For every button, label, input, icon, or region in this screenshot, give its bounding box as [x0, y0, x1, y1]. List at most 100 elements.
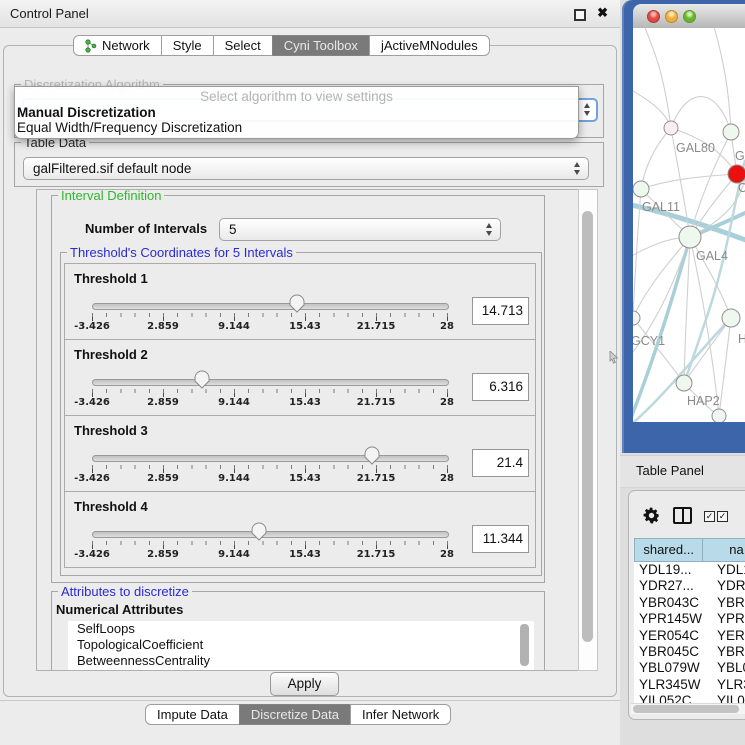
table-panel-header: Table Panel	[620, 455, 745, 488]
threshold-1-slider-thumb[interactable]	[288, 294, 306, 314]
settings-viewport: Interval Definition Number of Intervals …	[36, 189, 597, 671]
columns-icon[interactable]	[673, 507, 692, 524]
table-data-value: galFiltered.sif default node	[33, 158, 191, 179]
threshold-coordinates-group: Threshold's Coordinates for 5 Intervals …	[60, 252, 542, 576]
threshold-1-label: Threshold 1	[74, 271, 148, 286]
tab-discretize-data[interactable]: Discretize Data	[239, 704, 351, 725]
cell: YDL1	[711, 562, 745, 578]
tab-infer-network[interactable]: Infer Network	[350, 704, 451, 725]
tab-network-label: Network	[102, 36, 150, 55]
option-manual-discretization[interactable]: Manual Discretization	[15, 105, 578, 120]
threshold-3-value-field[interactable]: 21.4	[472, 449, 529, 477]
table-row[interactable]: YPR145WYPR1	[634, 611, 745, 627]
cell: YER0	[711, 628, 745, 644]
threshold-2-slider-thumb[interactable]	[193, 370, 211, 390]
settings-scrollbar[interactable]	[578, 189, 598, 671]
node-top-right	[723, 124, 739, 140]
threshold-4-slider-track[interactable]	[92, 531, 449, 538]
threshold-3-label: Threshold 3	[74, 423, 148, 438]
cell: YBR043C	[634, 595, 711, 611]
float-icon[interactable]	[574, 9, 586, 21]
interval-definition-group: Interval Definition Number of Intervals …	[51, 195, 545, 583]
close-icon[interactable]: ✖	[597, 5, 608, 21]
threshold-3-slider-track[interactable]	[92, 455, 449, 462]
tab-impute-data[interactable]: Impute Data	[145, 704, 240, 725]
table-data-group: Table Data galFiltered.sif default node	[14, 142, 604, 187]
number-of-intervals-combobox[interactable]: 5	[219, 218, 501, 241]
tab-network[interactable]: Network	[73, 35, 162, 56]
close-traffic-light[interactable]	[647, 10, 660, 23]
table-row[interactable]: YER054CYER0	[634, 628, 745, 644]
list-item-selfloops[interactable]: SelfLoops	[68, 621, 534, 637]
table-row[interactable]: YBL079WYBL0	[634, 660, 745, 676]
table-row[interactable]: YBR043CYBR0	[634, 595, 745, 611]
combo-arrows-icon	[486, 223, 493, 236]
tick-label: 21.715	[357, 549, 396, 560]
node-label-ga: GA	[735, 149, 745, 163]
minimize-traffic-light[interactable]	[665, 10, 678, 23]
tick-label: 15.43	[289, 549, 321, 560]
column-header-name[interactable]: na	[702, 538, 745, 562]
numerical-attributes-title: Numerical Attributes	[56, 602, 183, 617]
cell: YDR2	[711, 578, 745, 594]
node-label-gal11: GAL11	[642, 200, 680, 214]
tick-label: -3.426	[74, 321, 110, 332]
control-panel: Control Panel ✖ Network Style Select Cyn…	[0, 0, 620, 745]
tick-label: 28	[440, 549, 454, 560]
column-header-shared-name[interactable]: shared...	[634, 538, 703, 562]
table-row[interactable]: YDL19...YDL1	[634, 562, 745, 578]
tick-label: 28	[440, 397, 454, 408]
tab-discretize-label: Discretize Data	[251, 705, 339, 724]
checkbox-icon[interactable]: ✓	[717, 511, 728, 522]
tab-infer-label: Infer Network	[362, 705, 439, 724]
threshold-1-value-field[interactable]: 14.713	[472, 297, 529, 325]
threshold-2-value-field[interactable]: 6.316	[472, 373, 529, 401]
network-window-titlebar	[633, 4, 745, 29]
apply-button[interactable]: Apply	[270, 672, 339, 696]
cell: YLR3	[711, 677, 745, 693]
checkbox-icon[interactable]: ✓	[704, 511, 715, 522]
table-scrollbar-thumb[interactable]	[633, 705, 739, 713]
tab-select-label: Select	[225, 36, 261, 55]
threshold-4-slider-thumb[interactable]	[250, 522, 268, 542]
algorithm-placeholder: Select algorithm to view settings	[15, 87, 578, 105]
combo-arrows-icon	[584, 103, 591, 116]
table-row[interactable]: YDR27...YDR2	[634, 578, 745, 594]
zoom-traffic-light[interactable]	[683, 10, 696, 23]
interval-definition-legend: Interval Definition	[58, 189, 164, 203]
table-row[interactable]: YLR345WYLR3	[634, 677, 745, 693]
table-data-combobox[interactable]: galFiltered.sif default node	[23, 157, 589, 180]
threshold-coordinates-legend: Threshold's Coordinates for 5 Intervals	[67, 245, 296, 260]
tab-jactivemnodules[interactable]: jActiveMNodules	[369, 35, 490, 56]
settings-scrollbar-thumb[interactable]	[582, 211, 593, 642]
threshold-3-slider-thumb[interactable]	[363, 446, 381, 466]
tab-style[interactable]: Style	[161, 35, 214, 56]
tick-label: 9.144	[218, 321, 250, 332]
network-view-window: GAL80 GA C GAL11 GAL4 GCY1 H HAP2	[622, 0, 745, 453]
node-table: shared... na YDL19...YDL1 YDR27...YDR2 Y…	[634, 538, 745, 703]
network-canvas[interactable]: GAL80 GA C GAL11 GAL4 GCY1 H HAP2	[633, 28, 745, 422]
table-row[interactable]: YBR045CYBR0	[634, 644, 745, 660]
cell: YER054C	[634, 628, 711, 644]
table-row[interactable]: YIL052CYIL0	[634, 693, 745, 703]
threshold-1-slider-track[interactable]	[92, 303, 449, 310]
number-of-intervals-value: 5	[229, 219, 237, 240]
list-scrollbar-thumb[interactable]	[520, 624, 529, 666]
cell: YBL0	[711, 660, 745, 676]
table-horizontal-scrollbar[interactable]	[631, 703, 745, 714]
gear-icon[interactable]	[642, 506, 661, 530]
node-bottom	[712, 409, 726, 422]
tab-cyni-label: Cyni Toolbox	[284, 36, 358, 55]
tab-jactive-label: jActiveMNodules	[381, 36, 478, 55]
network-graph: GAL80 GA C GAL11 GAL4 GCY1 H HAP2	[633, 28, 745, 422]
threshold-4-value-field[interactable]: 11.344	[472, 525, 529, 553]
node-label-hap2: HAP2	[687, 394, 720, 408]
tab-select[interactable]: Select	[213, 35, 273, 56]
algorithm-dropdown-popup: Select algorithm to view settings Manual…	[14, 86, 579, 139]
option-equal-width-frequency[interactable]: Equal Width/Frequency Discretization	[15, 120, 578, 135]
list-item-topologicalcoefficient[interactable]: TopologicalCoefficient	[68, 637, 534, 653]
threshold-2-slider-track[interactable]	[92, 379, 449, 386]
tab-cyni-toolbox[interactable]: Cyni Toolbox	[272, 35, 370, 56]
tick-label: 15.43	[289, 321, 321, 332]
list-item-betweennesscentrality[interactable]: BetweennessCentrality	[68, 653, 534, 669]
